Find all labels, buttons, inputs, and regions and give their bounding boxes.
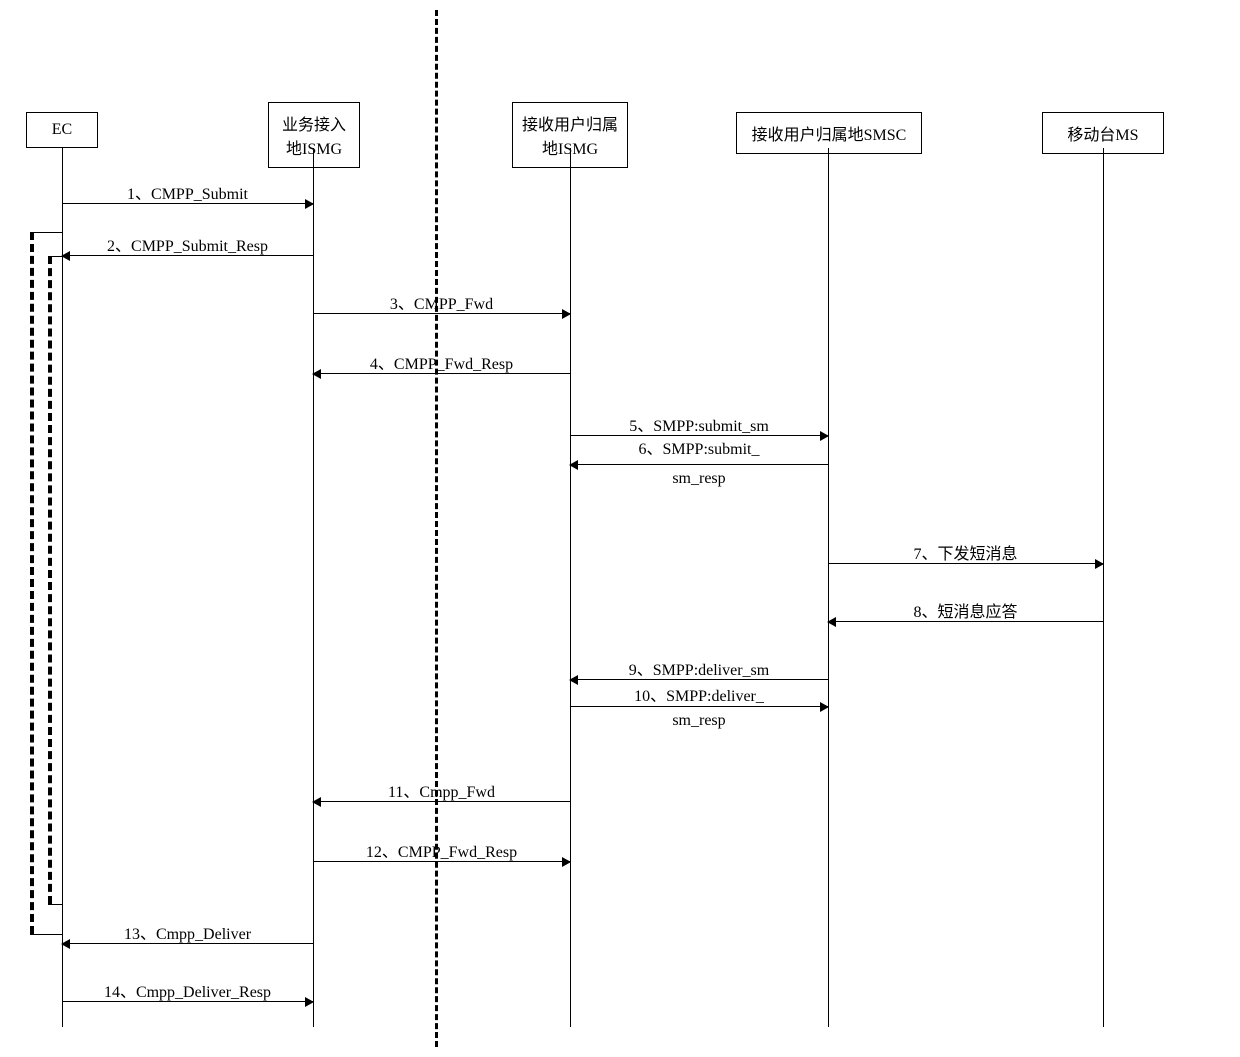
msg-11: 11、Cmpp_Fwd bbox=[313, 778, 570, 802]
arrow-right-icon bbox=[305, 199, 314, 209]
arrow-right-icon bbox=[305, 997, 314, 1007]
arrow-left-icon bbox=[61, 939, 70, 949]
msg-9: 9、SMPP:deliver_sm bbox=[570, 656, 828, 680]
m6row bbox=[570, 464, 828, 465]
msg-3: 3、CMPP_Fwd bbox=[313, 290, 570, 314]
lifeline-ec bbox=[62, 148, 63, 1027]
msg-12: 12、CMPP_Fwd_Resp bbox=[313, 838, 570, 862]
arrow-right-icon bbox=[1095, 559, 1104, 569]
m10label1: 10、SMPP:deliver_ bbox=[570, 682, 828, 706]
actor-ec-label: EC bbox=[52, 121, 72, 139]
actor-smsc: 接收用户归属地SMSC bbox=[736, 112, 922, 154]
lifeline-ms bbox=[1103, 148, 1104, 1027]
return-h-top-outer bbox=[30, 232, 62, 233]
arrow-right-icon bbox=[562, 309, 571, 319]
msg-4: 4、CMPP_Fwd_Resp bbox=[313, 350, 570, 374]
arrow-left-icon bbox=[312, 369, 321, 379]
return-dash-inner bbox=[48, 256, 52, 904]
msg-14: 14、Cmpp_Deliver_Resp bbox=[62, 978, 313, 1002]
arrow-left-icon bbox=[827, 617, 836, 627]
msg-1: 1、CMPP_Submit bbox=[62, 180, 313, 204]
msg-13: 13、Cmpp_Deliver bbox=[62, 920, 313, 944]
return-h-bot-outer bbox=[30, 934, 62, 935]
sequence-diagram: EC 业务接入 地ISMG 接收用户归属 地ISMG 接收用户归属地SMSC 移… bbox=[0, 0, 1240, 1057]
return-h-top-inner bbox=[48, 256, 62, 257]
m6label: 6、SMPP:submit_ bbox=[570, 440, 828, 460]
return-dash-outer bbox=[30, 232, 34, 934]
m6label2: sm_resp bbox=[570, 470, 828, 488]
msg-2: 2、CMPP_Submit_Resp bbox=[62, 232, 313, 256]
msg-8: 8、短消息应答 bbox=[828, 598, 1103, 622]
arrow-left-icon bbox=[61, 251, 70, 261]
lifeline-home-ismg bbox=[570, 148, 571, 1027]
actor-local-ismg: 业务接入 地ISMG bbox=[268, 102, 360, 168]
actor-ec: EC bbox=[26, 112, 98, 148]
lifeline-local-ismg bbox=[313, 148, 314, 1027]
arrow-right-icon bbox=[562, 857, 571, 867]
return-h-bot-inner bbox=[48, 904, 62, 905]
lifeline-smsc bbox=[828, 148, 829, 1027]
msg-5: 5、SMPP:submit_sm bbox=[570, 412, 828, 436]
region-divider bbox=[435, 10, 438, 1047]
m10label2: sm_resp bbox=[570, 712, 828, 730]
msg-7: 7、下发短消息 bbox=[828, 540, 1103, 564]
arrow-left-icon bbox=[569, 460, 578, 470]
arrow-left-icon bbox=[312, 797, 321, 807]
m10row bbox=[570, 706, 828, 707]
